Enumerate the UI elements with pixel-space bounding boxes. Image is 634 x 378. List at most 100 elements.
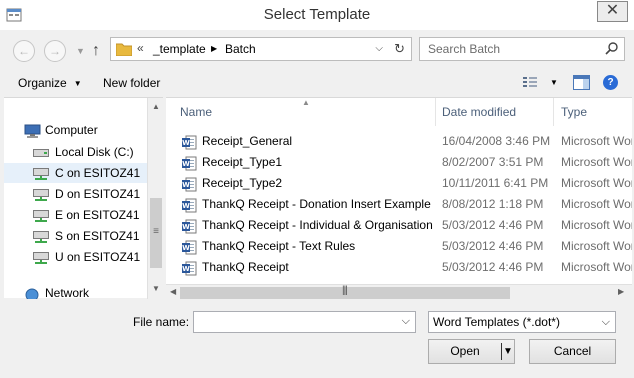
change-view-icon[interactable] <box>522 75 538 90</box>
navigation-pane: Computer Local Disk (C:) C on ESITOZ41 D… <box>4 97 163 299</box>
organize-button[interactable]: Organize ▼ <box>18 76 82 90</box>
tree-item-local-disk[interactable]: Local Disk (C:) <box>4 142 147 162</box>
open-label: Open <box>450 344 480 358</box>
tree-label: D on ESITOZ41 <box>55 187 141 201</box>
scroll-right-icon[interactable]: ▶ <box>618 287 624 296</box>
command-bar: Organize ▼ New folder ▼ ? <box>0 70 634 97</box>
file-date-modified: 10/11/2011 6:41 PM <box>442 176 549 190</box>
search-box[interactable] <box>419 37 625 61</box>
tree-label: S on ESITOZ41 <box>55 229 140 243</box>
back-arrow-icon: ← <box>18 44 30 58</box>
view-options-dropdown[interactable]: ▼ <box>550 76 558 90</box>
forward-button[interactable]: → <box>44 40 66 62</box>
sort-ascending-icon: ▲ <box>302 98 310 107</box>
scroll-left-icon[interactable]: ◀ <box>170 287 176 296</box>
svg-text:W: W <box>182 265 190 273</box>
file-name-combo[interactable]: ⌵ <box>193 311 416 333</box>
tree-label: Network <box>45 288 90 299</box>
window-title: Select Template <box>263 6 371 23</box>
local-disk-icon <box>33 149 49 157</box>
tree-item-e-on-esitoz41[interactable]: E on ESITOZ41 <box>4 205 147 225</box>
column-header-name[interactable]: Name ▲ <box>166 98 436 126</box>
file-type: Microsoft Word 97 - 2003 Template <box>561 260 632 274</box>
breadcrumb-batch[interactable]: Batch <box>225 42 256 56</box>
recent-locations-dropdown[interactable]: ▼ <box>76 40 85 62</box>
address-bar[interactable]: « _template ▶ Batch ⌵ ↻ <box>110 37 412 61</box>
file-date-modified: 8/08/2012 1:18 PM <box>442 197 544 211</box>
tree-item-network[interactable]: Network <box>4 288 147 299</box>
tree-label: Local Disk (C:) <box>55 145 134 159</box>
address-dropdown-icon[interactable]: ⌵ <box>375 43 383 54</box>
new-folder-button[interactable]: New folder <box>103 76 160 90</box>
network-icon <box>25 288 39 299</box>
tree-label: C on ESITOZ41 <box>55 166 141 180</box>
select-template-dialog: Select Template ✕ ← → ▼ ↑ « _template ▶ … <box>0 0 634 378</box>
navigation-scrollbar[interactable]: ▲ ≡ ▼ <box>147 98 163 299</box>
column-header-type[interactable]: Type <box>554 98 632 126</box>
breadcrumb-template[interactable]: _template <box>153 42 206 56</box>
preview-pane-icon[interactable] <box>573 75 590 90</box>
file-type-select[interactable]: Word Templates (*.dot*) ⌵ <box>428 311 616 333</box>
network-drive-icon <box>33 210 49 222</box>
cancel-button[interactable]: Cancel <box>529 339 616 364</box>
tree-item-u-on-esitoz41[interactable]: U on ESITOZ41 <box>4 247 147 267</box>
network-drive-icon <box>33 231 49 243</box>
scroll-down-icon[interactable]: ▼ <box>148 284 164 293</box>
file-type: Microsoft Word 97 - 2003 Template <box>561 239 632 253</box>
help-icon[interactable]: ? <box>603 75 618 90</box>
word-document-icon: W <box>182 135 197 150</box>
scroll-up-icon[interactable]: ▲ <box>148 102 164 111</box>
close-button[interactable]: ✕ <box>597 1 628 22</box>
svg-text:W: W <box>182 244 190 252</box>
word-document-icon: W <box>182 219 197 234</box>
file-name-input[interactable] <box>195 313 395 331</box>
refresh-icon[interactable]: ↻ <box>394 41 405 57</box>
file-list: Name ▲ Date modified Type W Receipt_Gener… <box>166 97 632 301</box>
file-row[interactable]: W Receipt_Type2 10/11/2011 6:41 PM Microsof… <box>166 173 632 194</box>
scroll-grip-icon: ≡ <box>153 226 159 237</box>
svg-text:W: W <box>182 223 190 231</box>
file-row[interactable]: W ThankQ Receipt - Individual & Organisat… <box>166 215 632 236</box>
up-folder-button[interactable]: ↑ <box>92 40 100 62</box>
file-row[interactable]: W ThankQ Receipt - Donation Insert Exampl… <box>166 194 632 215</box>
word-document-icon: W <box>182 261 197 276</box>
tree-label: Computer <box>45 123 98 137</box>
file-date-modified: 16/04/2008 3:46 PM <box>442 134 551 148</box>
file-name: ThankQ Receipt <box>202 260 289 274</box>
tree-item-s-on-esitoz41[interactable]: S on ESITOZ41 <box>4 226 147 246</box>
computer-icon <box>24 124 41 138</box>
network-drive-icon <box>33 252 49 264</box>
address-overflow[interactable]: « <box>137 41 144 55</box>
file-type: Microsoft Word 97 - 2003 Template <box>561 134 632 148</box>
word-document-icon: W <box>182 156 197 171</box>
svg-text:W: W <box>182 139 190 147</box>
open-button[interactable]: Open ▼ <box>428 339 515 364</box>
svg-text:W: W <box>182 181 190 189</box>
file-type: Microsoft Word 97 - 2003 Template <box>561 176 632 190</box>
word-document-icon: W <box>182 177 197 192</box>
file-row[interactable]: W Receipt_Type1 8/02/2007 3:51 PM Microsoft… <box>166 152 632 173</box>
scroll-grip-icon: ||| <box>342 285 348 296</box>
network-drive-icon <box>33 168 49 180</box>
tree-item-computer[interactable]: Computer <box>4 120 147 140</box>
svg-text:W: W <box>182 160 190 168</box>
search-icon <box>605 42 618 55</box>
horizontal-scrollbar[interactable]: ◀ ||| ▶ <box>166 284 632 301</box>
file-row[interactable]: W ThankQ Receipt - Text Rules 5/03/2012 4:… <box>166 236 632 257</box>
tree-item-d-on-esitoz41[interactable]: D on ESITOZ41 <box>4 184 147 204</box>
file-type: Microsoft Word 97 - 2003 Template <box>561 218 632 232</box>
file-row[interactable]: W ThankQ Receipt 5/03/2012 4:46 PM Microsof… <box>166 257 632 278</box>
breadcrumb-separator-icon[interactable]: ▶ <box>211 42 217 56</box>
up-arrow-icon: ↑ <box>92 42 100 59</box>
open-options-dropdown-icon[interactable]: ▼ <box>502 340 514 363</box>
chevron-down-icon[interactable]: ⌵ <box>402 315 410 328</box>
tree-item-c-on-esitoz41[interactable]: C on ESITOZ41 <box>4 163 147 183</box>
tree-label: E on ESITOZ41 <box>55 208 140 222</box>
back-button[interactable]: ← <box>13 40 35 62</box>
file-row[interactable]: W Receipt_General 16/04/2008 3:46 PM Micros… <box>166 131 632 152</box>
column-header-date-modified[interactable]: Date modified <box>436 98 554 126</box>
file-type: Microsoft Word 97 - 2003 Template <box>561 197 632 211</box>
word-document-icon: W <box>182 198 197 213</box>
search-input[interactable] <box>421 39 601 59</box>
file-name: Receipt_Type2 <box>202 176 283 190</box>
